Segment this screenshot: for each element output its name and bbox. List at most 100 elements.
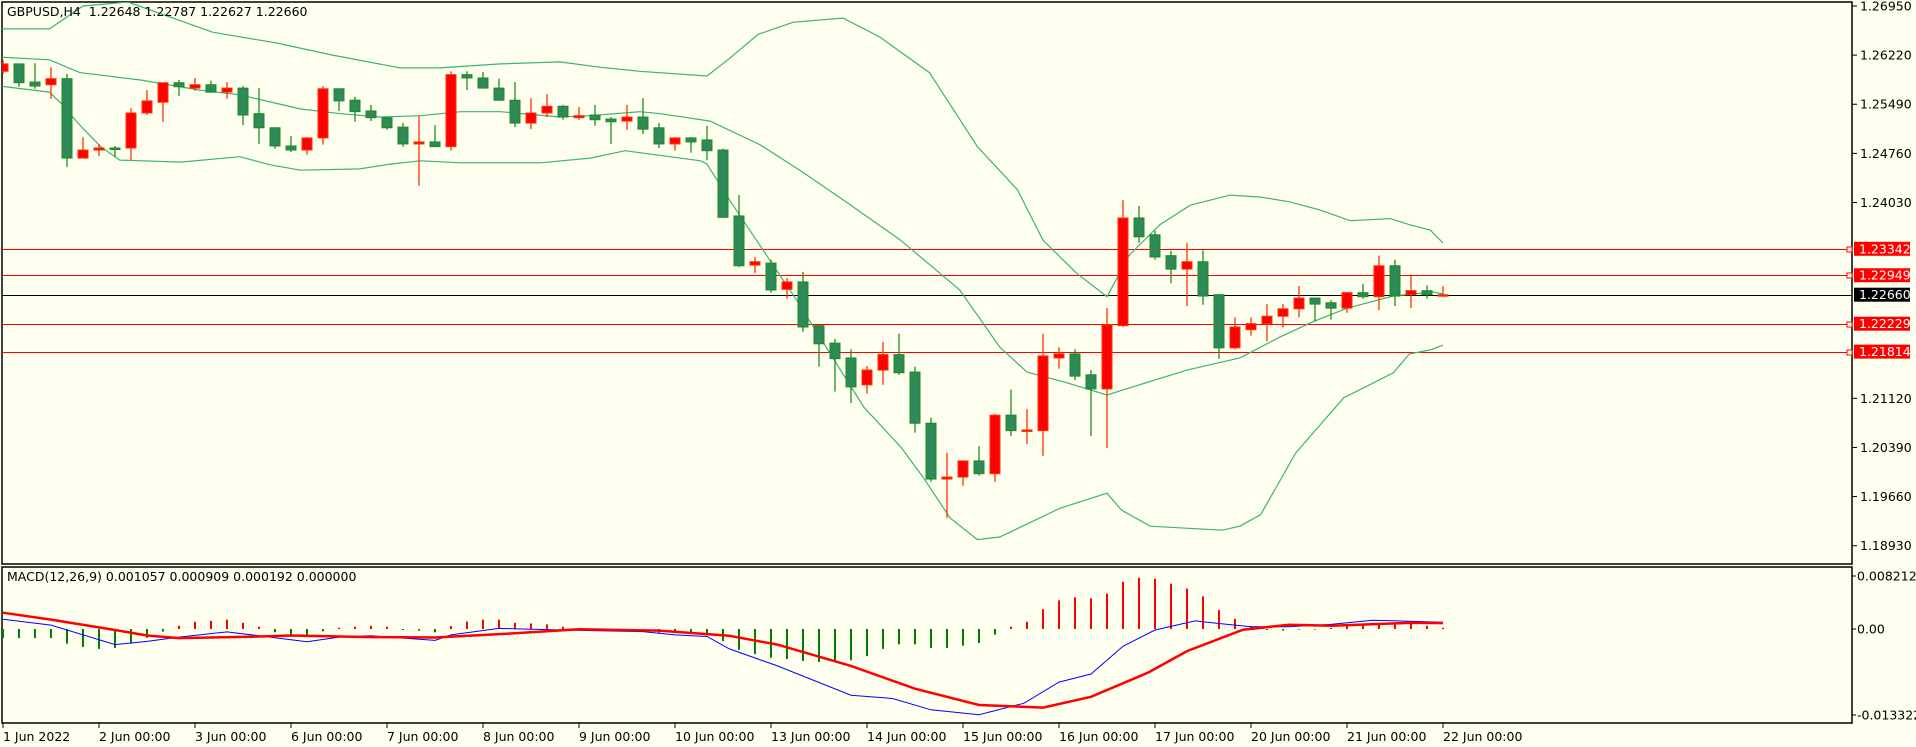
candle-body: [1213, 294, 1225, 349]
candle-body: [1197, 261, 1209, 297]
candle-body: [1261, 315, 1273, 325]
candle-body: [157, 82, 169, 103]
candle-body: [1165, 255, 1177, 270]
candle-body: [253, 113, 265, 129]
candle-body: [893, 354, 905, 374]
candle-body: [45, 78, 57, 86]
candle: [1117, 199, 1129, 327]
time-tick-label: 6 Jun 00:00: [291, 729, 363, 744]
candle-body: [397, 126, 409, 145]
level-handle[interactable]: [1846, 272, 1853, 279]
candle-body: [1341, 292, 1353, 309]
symbol-timeframe: GBPUSD,H4: [7, 4, 81, 19]
time-tick-label: 7 Jun 00:00: [387, 729, 459, 744]
time-tick-label: 16 Jun 00:00: [1059, 729, 1138, 744]
candle-body: [733, 215, 745, 267]
candle-body: [557, 105, 569, 118]
candle-body: [877, 354, 889, 371]
candle-body: [61, 78, 73, 159]
candle: [381, 117, 393, 130]
candle-body: [637, 116, 649, 130]
candle-body: [653, 127, 665, 145]
level-price-label: 1.21814: [1859, 344, 1911, 359]
time-tick-label: 21 Jun 00:00: [1347, 729, 1426, 744]
candle-body: [189, 84, 201, 89]
level-handle[interactable]: [1846, 321, 1853, 328]
candle-body: [365, 110, 377, 119]
candle-body: [525, 112, 537, 124]
candle: [1149, 230, 1161, 260]
candle-body: [317, 88, 329, 139]
candle-body: [749, 261, 761, 266]
current-price-label: 1.22660: [1859, 287, 1911, 302]
candle: [765, 259, 777, 293]
macd-tick-label: 0.00: [1857, 622, 1885, 637]
time-tick-label: 13 Jun 00:00: [771, 729, 850, 744]
candle-body: [141, 100, 153, 114]
candle-body: [797, 281, 809, 328]
candle: [717, 148, 729, 218]
candle-body: [77, 149, 89, 159]
candle-body: [669, 137, 681, 145]
candle-body: [1085, 374, 1097, 390]
candle-body: [605, 118, 617, 123]
candle-body: [1149, 234, 1161, 258]
candle-body: [765, 262, 777, 291]
level-handle[interactable]: [1846, 246, 1853, 253]
time-tick-label: 9 Jun 00:00: [579, 729, 651, 744]
candle-body: [1021, 429, 1033, 432]
candle-body: [29, 81, 41, 87]
candle-body: [1181, 261, 1193, 270]
level-handle[interactable]: [1846, 349, 1853, 356]
candle-body: [1005, 414, 1017, 432]
candle-body: [813, 325, 825, 345]
candle-body: [973, 460, 985, 475]
ohlc-values: 1.22648 1.22787 1.22627 1.22660: [88, 4, 308, 19]
trading-chart[interactable]: 1.26950 1.26220 1.25490 1.24760 1.24030 1.211…: [0, 0, 1916, 747]
time-tick-label: 15 Jun 00:00: [963, 729, 1042, 744]
candle-body: [1421, 290, 1433, 296]
candle-body: [109, 147, 121, 150]
candle-body: [1437, 294, 1449, 297]
candle-body: [13, 63, 25, 84]
price-tick-label: 1.26220: [1860, 48, 1912, 63]
candle-body: [1389, 265, 1401, 297]
candle-body: [1293, 297, 1305, 310]
candle: [925, 417, 937, 482]
candle-body: [93, 147, 105, 151]
candle-body: [493, 87, 505, 101]
candle-body: [1309, 297, 1321, 305]
chart-header: GBPUSD,H4 1.22648 1.22787 1.22627 1.2266…: [7, 4, 307, 19]
candle-body: [1245, 323, 1257, 331]
level-price-label: 1.22949: [1859, 268, 1911, 283]
candle: [1069, 349, 1081, 381]
candle-body: [989, 414, 1001, 475]
candle-body: [333, 88, 345, 102]
candle-body: [1229, 326, 1241, 349]
candle-body: [477, 77, 489, 89]
time-tick-label: 10 Jun 00:00: [675, 729, 754, 744]
candle-body: [445, 74, 457, 148]
candle-body: [909, 371, 921, 424]
candle-body: [941, 476, 953, 480]
candle-body: [269, 127, 281, 147]
candle-body: [861, 369, 873, 386]
price-tick-label: 1.24760: [1860, 146, 1912, 161]
macd-values: 0.001057 0.000909 0.000192 0.000000: [105, 569, 357, 584]
candle-body: [1117, 217, 1129, 327]
candle-body: [413, 141, 425, 145]
candle-body: [1357, 292, 1369, 298]
candle-body: [1069, 353, 1081, 377]
candle-body: [845, 357, 857, 388]
candle: [909, 366, 921, 433]
time-tick-label: 22 Jun 00:00: [1443, 729, 1522, 744]
candle-body: [701, 139, 713, 152]
macd-tick-label: -0.013322: [1857, 708, 1916, 723]
level-price-label: 1.22229: [1859, 316, 1911, 331]
time-tick-label: 3 Jun 00:00: [195, 729, 267, 744]
candle-body: [1037, 355, 1049, 432]
candle-body: [829, 342, 841, 360]
candle-body: [285, 145, 297, 151]
candle-body: [205, 84, 217, 93]
price-tick-label: 1.21120: [1860, 391, 1912, 406]
